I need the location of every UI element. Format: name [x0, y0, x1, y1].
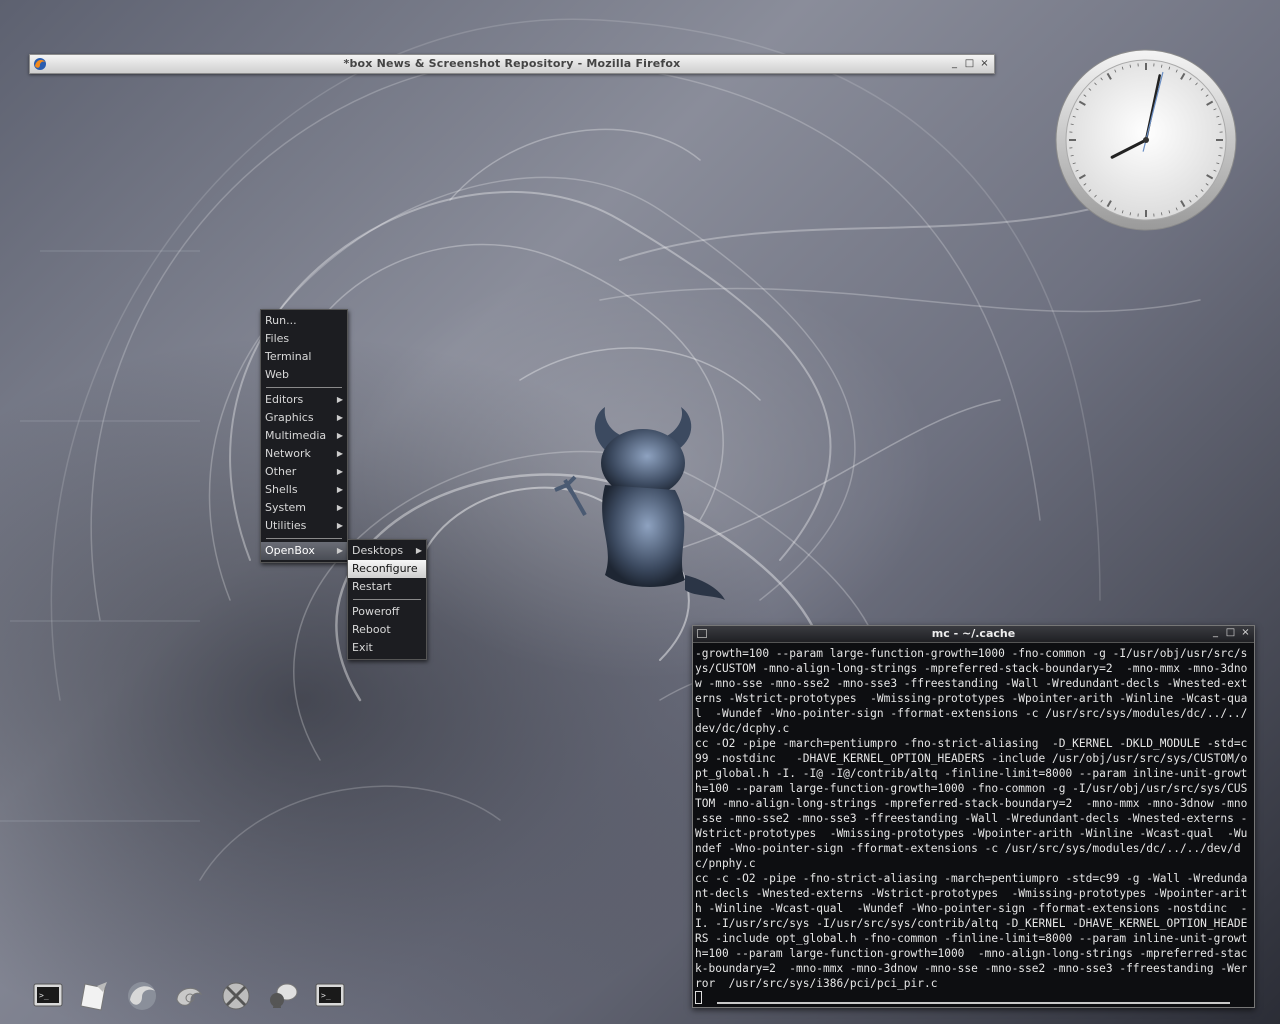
menu-item-label: Reboot — [352, 623, 391, 636]
terminal-title: mc - ~/.cache — [931, 627, 1016, 640]
openbox-menu-item-poweroff[interactable]: Poweroff — [348, 603, 426, 621]
menu-item-multimedia[interactable]: Multimedia ▶ — [261, 427, 347, 445]
menu-item-system[interactable]: System ▶ — [261, 499, 347, 517]
terminal-output-text: -growth=100 --param large-function-growt… — [695, 647, 1248, 990]
menu-item-label: Utilities — [265, 519, 307, 532]
menu-item-label: Exit — [352, 641, 373, 654]
menu-item-label: Restart — [352, 580, 392, 593]
svg-text:>_: >_ — [321, 991, 331, 1000]
bsd-daemon-logo — [554, 407, 725, 600]
submenu-arrow-icon: ▶ — [336, 503, 343, 512]
root-menu: Run... Files Terminal Web Editors ▶ Graphics ▶ M… — [260, 309, 348, 563]
openbox-menu-item-restart[interactable]: Restart — [348, 578, 426, 596]
firefox-window-titlebar[interactable]: *box News & Screenshot Repository - Mozi… — [29, 54, 995, 74]
menu-item-openbox[interactable]: OpenBox ▶ — [261, 542, 347, 560]
submenu-arrow-icon: ▶ — [336, 395, 343, 404]
network-icon[interactable] — [218, 978, 254, 1014]
terminal-close-button[interactable]: × — [1240, 626, 1251, 640]
menu-item-network[interactable]: Network ▶ — [261, 445, 347, 463]
submenu-arrow-icon: ▶ — [336, 521, 343, 530]
menu-item-other[interactable]: Other ▶ — [261, 463, 347, 481]
menu-item-label: Editors — [265, 393, 304, 406]
terminal-window[interactable]: mc - ~/.cache _ □ × -growth=100 --param … — [692, 625, 1255, 1008]
menu-item-label: Run... — [265, 314, 297, 327]
submenu-arrow-icon: ▶ — [336, 449, 343, 458]
menu-item-label: Multimedia — [265, 429, 327, 442]
submenu-arrow-icon: ▶ — [336, 431, 343, 440]
menu-item-graphics[interactable]: Graphics ▶ — [261, 409, 347, 427]
menu-item-files[interactable]: Files — [261, 330, 347, 348]
menu-item-label: Web — [265, 368, 289, 381]
svg-text:>_: >_ — [39, 991, 49, 1000]
terminal-icon[interactable]: >_ — [312, 978, 348, 1014]
submenu-arrow-icon: ▶ — [336, 546, 343, 555]
terminal-minimize-button[interactable]: _ — [1210, 626, 1221, 640]
submenu-arrow-icon: ▶ — [336, 467, 343, 476]
terminal-maximize-button[interactable]: □ — [1225, 626, 1236, 640]
menu-item-label: Other — [265, 465, 297, 478]
menu-item-label: Network — [265, 447, 311, 460]
terminal-output[interactable]: -growth=100 --param large-function-growt… — [693, 643, 1251, 1006]
terminal-titlebar[interactable]: mc - ~/.cache _ □ × — [693, 626, 1254, 643]
clock-widget — [1055, 49, 1237, 231]
terminal-cursor — [695, 991, 702, 1004]
menu-item-label: Desktops — [352, 544, 404, 557]
submenu-arrow-icon: ▶ — [336, 485, 343, 494]
minimize-button[interactable]: _ — [949, 57, 960, 71]
menu-item-label: Terminal — [265, 350, 312, 363]
maximize-button[interactable]: □ — [964, 57, 975, 71]
menu-item-label: Graphics — [265, 411, 314, 424]
openbox-menu-item-exit[interactable]: Exit — [348, 639, 426, 657]
submenu-arrow-icon: ▶ — [415, 546, 422, 555]
chat-icon[interactable] — [265, 978, 301, 1014]
menu-item-label: Reconfigure — [352, 562, 418, 575]
window-title: *box News & Screenshot Repository - Mozi… — [343, 57, 681, 70]
menu-item-run[interactable]: Run... — [261, 312, 347, 330]
menu-item-label: OpenBox — [265, 544, 315, 557]
dock: >_ >_ — [30, 978, 348, 1014]
terminal-icon[interactable]: >_ — [30, 978, 66, 1014]
menu-separator — [261, 384, 347, 391]
terminal-scrollbar[interactable] — [717, 1002, 1230, 1004]
menu-item-label: Files — [265, 332, 290, 345]
menu-item-label: System — [265, 501, 307, 514]
menu-item-utilities[interactable]: Utilities ▶ — [261, 517, 347, 535]
menu-item-terminal[interactable]: Terminal — [261, 348, 347, 366]
openbox-menu-item-desktops[interactable]: Desktops ▶ — [348, 542, 426, 560]
menu-item-shells[interactable]: Shells ▶ — [261, 481, 347, 499]
menu-separator — [348, 596, 426, 603]
openbox-menu-item-reconfigure[interactable]: Reconfigure — [348, 560, 426, 578]
text-editor-icon[interactable] — [77, 978, 113, 1014]
menu-item-label: Poweroff — [352, 605, 400, 618]
openbox-menu-item-reboot[interactable]: Reboot — [348, 621, 426, 639]
menu-item-label: Shells — [265, 483, 298, 496]
firefox-icon[interactable] — [124, 978, 160, 1014]
menu-separator — [261, 535, 347, 542]
shell-icon[interactable] — [171, 978, 207, 1014]
menu-item-web[interactable]: Web — [261, 366, 347, 384]
openbox-submenu: Desktops ▶ Reconfigure Restart Poweroff Reboo… — [347, 539, 427, 660]
close-button[interactable]: × — [979, 57, 990, 71]
menu-item-editors[interactable]: Editors ▶ — [261, 391, 347, 409]
submenu-arrow-icon: ▶ — [336, 413, 343, 422]
